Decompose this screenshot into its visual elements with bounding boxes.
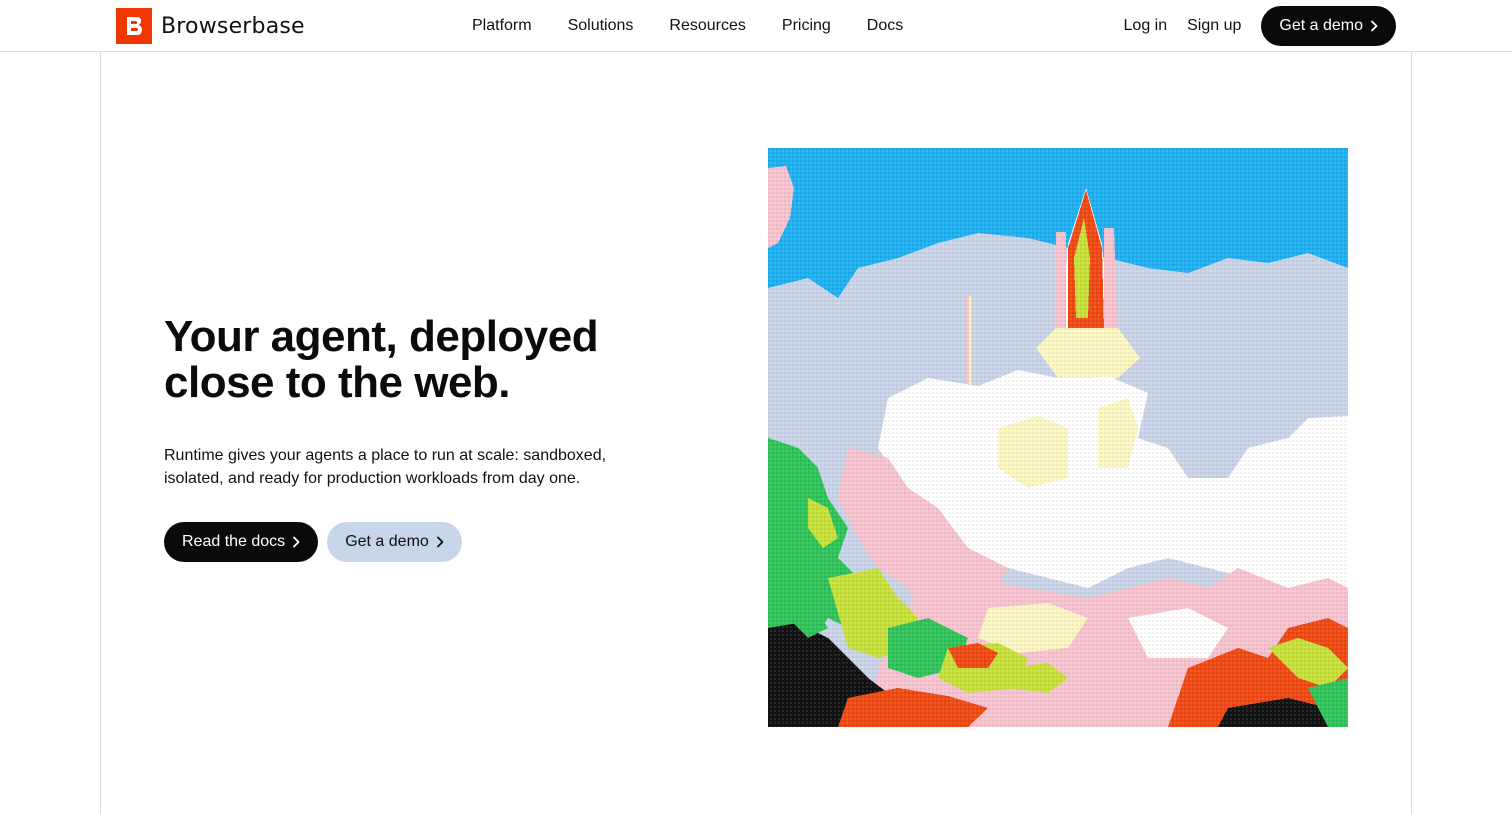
nav-item-resources[interactable]: Resources	[669, 17, 745, 35]
hero-get-demo-label: Get a demo	[345, 533, 429, 550]
hero-headline: Your agent, deployed close to the web.	[164, 314, 684, 406]
chevron-right-icon	[292, 536, 300, 548]
nav-item-platform[interactable]: Platform	[472, 17, 532, 35]
read-docs-label: Read the docs	[182, 533, 286, 550]
header-get-demo-button[interactable]: Get a demo	[1261, 6, 1396, 46]
logo-mark-icon	[116, 8, 152, 44]
hero-subtext: Runtime gives your agents a place to run…	[164, 447, 607, 487]
nav-item-solutions[interactable]: Solutions	[568, 17, 634, 35]
rocket-launch-art	[768, 148, 1348, 727]
main-nav: Platform Solutions Resources Pricing Doc…	[472, 0, 903, 52]
rocket-launch-illustration	[768, 148, 1348, 727]
frame-line-left	[100, 52, 101, 814]
header-get-demo-label: Get a demo	[1279, 17, 1363, 34]
chevron-right-icon	[436, 536, 444, 548]
site-header: Browserbase Platform Solutions Resources…	[0, 0, 1512, 52]
frame-line-right	[1411, 52, 1412, 814]
hero-headline-line-2: close to the web.	[164, 358, 511, 407]
nav-item-pricing[interactable]: Pricing	[782, 17, 831, 35]
brand-name: Browserbase	[161, 13, 305, 39]
hero-get-demo-button[interactable]: Get a demo	[327, 522, 462, 562]
brand-logo[interactable]: Browserbase	[116, 8, 305, 44]
signup-link[interactable]: Sign up	[1187, 17, 1241, 35]
read-docs-button[interactable]: Read the docs	[164, 522, 319, 562]
hero-cta-row: Read the docs Get a demo	[164, 522, 471, 562]
nav-item-docs[interactable]: Docs	[867, 17, 903, 35]
hero-headline-line-1: Your agent, deployed	[164, 312, 599, 361]
chevron-right-icon	[1370, 20, 1378, 32]
login-link[interactable]: Log in	[1124, 17, 1168, 35]
auth-actions: Log in Sign up Get a demo	[1124, 6, 1396, 46]
